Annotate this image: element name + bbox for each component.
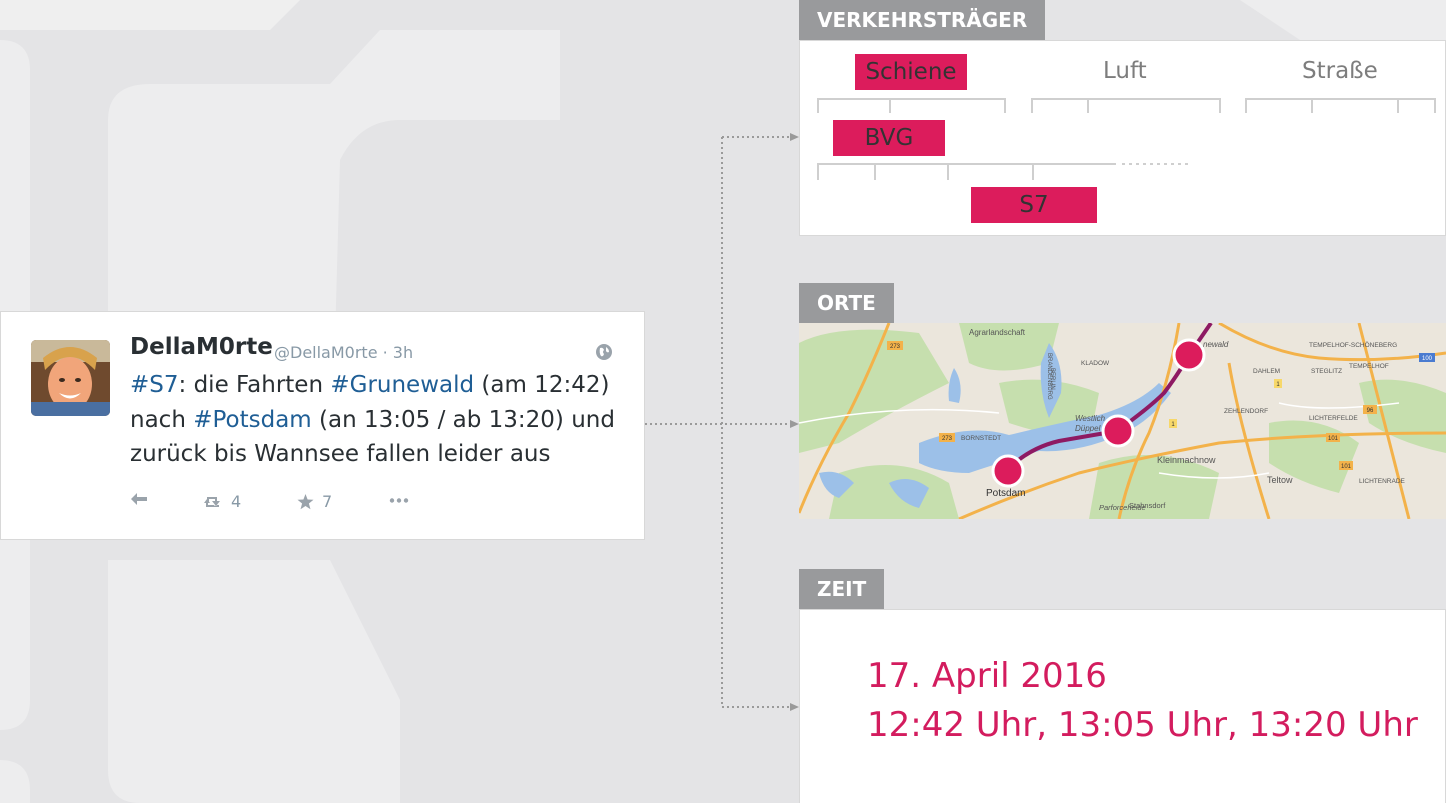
map-label-tempelhof-schoeneberg: TEMPELHOF-SCHÖNEBERG	[1309, 341, 1397, 349]
map-label-dahlem: DAHLEM	[1253, 368, 1280, 375]
tweet-text-part: (an 13:05 / ab 13:20) und	[311, 406, 615, 433]
time-date: 17. April 2016	[867, 656, 1107, 696]
map[interactable]: Agrarlandschaft newald TEMPELHOF-SCHÖNEB…	[799, 323, 1446, 519]
map-label-lichterfelde: LICHTERFELDE	[1309, 415, 1358, 422]
retweet-count: 4	[231, 492, 242, 511]
tweet-text-part: (am 12:42)	[474, 372, 610, 398]
time-times: 12:42 Uhr, 13:05 Uhr, 13:20 Uhr	[867, 705, 1418, 745]
road-badge: 273	[939, 433, 955, 442]
road-badge: 101	[1326, 433, 1340, 442]
map-label-parforceheide: Parforceheide	[1099, 503, 1146, 512]
map-label-kladow: KLADOW	[1081, 360, 1110, 367]
hashtag-grunewald[interactable]: #Grunewald	[330, 372, 474, 398]
tweet-text-part: : die Fahrten	[178, 372, 331, 398]
hashtag-s7[interactable]: #S7	[130, 372, 179, 398]
retweet-icon	[204, 496, 220, 507]
favorite-count: 7	[322, 492, 333, 511]
star-icon	[297, 493, 314, 509]
svg-text:96: 96	[1367, 408, 1374, 414]
favorite-button[interactable]: 7	[297, 492, 332, 511]
mode-schiene[interactable]: Schiene	[855, 54, 967, 90]
section-label-orte: ORTE	[799, 283, 894, 323]
svg-text:273: 273	[942, 436, 953, 442]
road-badge: 1	[1274, 379, 1282, 388]
map-label-kleinmachnow: Kleinmachnow	[1157, 455, 1216, 465]
svg-text:101: 101	[1328, 436, 1339, 442]
map-label-potsdam: Potsdam	[986, 488, 1025, 499]
svg-text:101: 101	[1341, 464, 1352, 470]
more-icon	[389, 498, 409, 503]
map-label-teltow: Teltow	[1267, 475, 1293, 485]
tweet-author-name[interactable]: DellaM0rte	[130, 334, 273, 360]
map-stop-potsdam[interactable]	[991, 454, 1025, 488]
map-label-bornstedt: BORNSTEDT	[961, 435, 1001, 442]
road-badge: 273	[887, 341, 903, 350]
retweet-button[interactable]: 4	[203, 492, 241, 511]
map-label-steglitz: STEGLITZ	[1311, 368, 1342, 375]
tweet-text-part: zurück bis Wannsee fallen leider aus	[130, 441, 551, 467]
tweet-text-part: nach	[130, 406, 194, 433]
road-badge: 100	[1419, 353, 1435, 362]
operator-bvg[interactable]: BVG	[833, 120, 945, 156]
tweet-card[interactable]: DellaM0rte @DellaM0rte · 3h #S7: die Fah…	[0, 311, 645, 540]
map-label-westlich: Westlich	[1075, 414, 1106, 423]
map-stop-wannsee[interactable]	[1101, 414, 1135, 448]
map-stop-grunewald[interactable]	[1172, 338, 1206, 372]
hashtag-potsdam[interactable]: #Potsdam	[193, 407, 312, 433]
panel-verkehrstraeger: Schiene Luft Straße BVG S7	[799, 40, 1446, 236]
map-label-grunewald: newald	[1203, 340, 1229, 349]
section-label-verkehrstraeger: VERKEHRSTRÄGER	[799, 0, 1046, 40]
road-badge: 101	[1339, 461, 1353, 470]
map-label-zehlendorf: ZEHLENDORF	[1224, 408, 1268, 415]
avatar[interactable]	[31, 340, 110, 416]
map-label-dueppel: Düppel	[1075, 424, 1101, 433]
reply-button[interactable]	[130, 492, 148, 506]
mode-luft[interactable]: Luft	[1103, 58, 1147, 84]
map-label-brandenburg: BRANDENBURG	[1046, 353, 1052, 400]
line-s7[interactable]: S7	[971, 187, 1097, 223]
reply-icon	[131, 493, 147, 505]
road-badge: 96	[1363, 405, 1377, 414]
road-badge: 1	[1169, 419, 1177, 428]
tweet-handle-time[interactable]: @DellaM0rte · 3h	[274, 343, 413, 362]
more-button[interactable]	[389, 498, 409, 503]
map-label-agrarlandschaft: Agrarlandschaft	[969, 328, 1026, 337]
map-panel[interactable]: Agrarlandschaft newald TEMPELHOF-SCHÖNEB…	[799, 323, 1446, 519]
globe-icon	[595, 343, 613, 365]
map-label-tempelhof: TEMPELHOF	[1349, 363, 1389, 370]
tweet-text: #S7: die Fahrten #Grunewald (am 12:42) n…	[130, 368, 620, 472]
section-label-zeit: ZEIT	[799, 569, 885, 609]
map-label-lichtenrade: LICHTENRADE	[1359, 478, 1406, 485]
svg-text:273: 273	[890, 344, 901, 350]
mode-strasse[interactable]: Straße	[1302, 58, 1378, 84]
svg-text:100: 100	[1422, 356, 1433, 362]
